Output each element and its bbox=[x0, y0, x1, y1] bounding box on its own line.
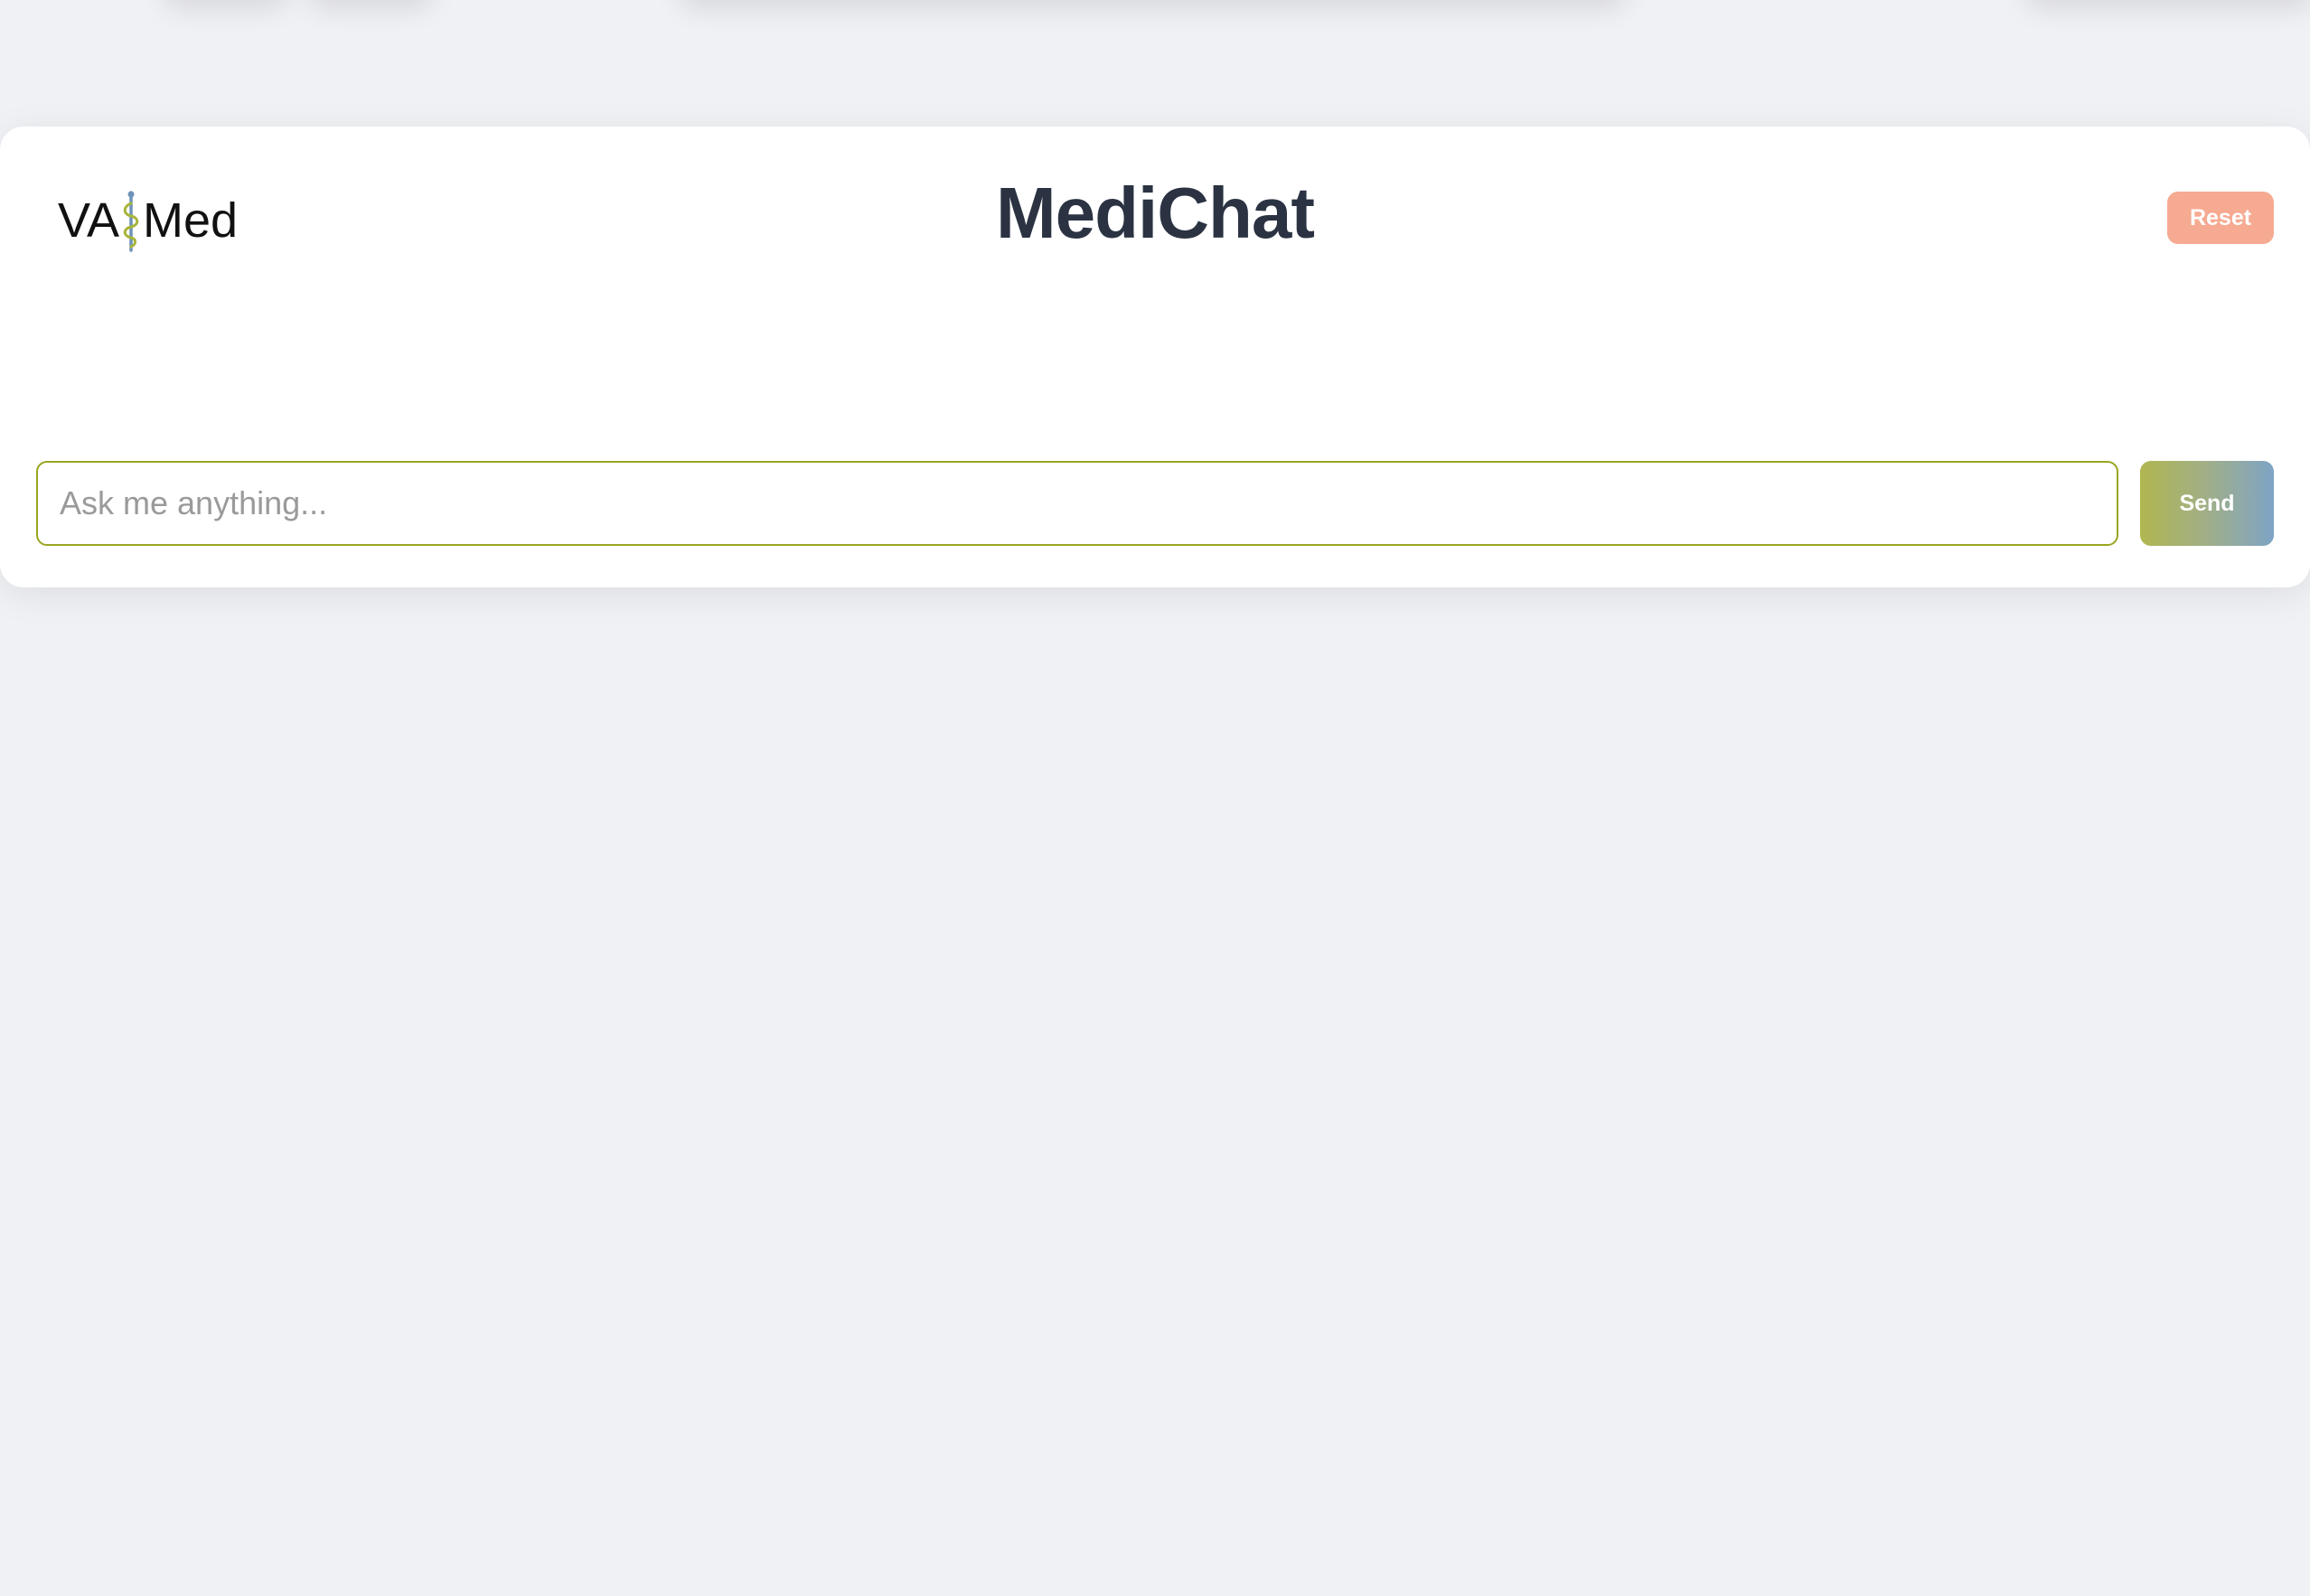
chat-input[interactable] bbox=[36, 461, 2118, 546]
chat-card: VA Med MediChat Reset Send bbox=[0, 127, 2310, 587]
page-title: MediChat bbox=[996, 173, 1315, 253]
send-button[interactable]: Send bbox=[2140, 461, 2274, 546]
reset-button[interactable]: Reset bbox=[2167, 192, 2274, 244]
message-composer: Send bbox=[36, 461, 2274, 546]
